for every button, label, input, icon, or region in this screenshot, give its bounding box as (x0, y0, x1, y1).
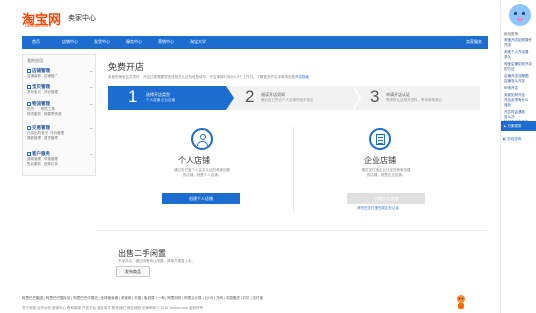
step-3-sub: 需提供认证相关资料，等待审核通过 (386, 98, 442, 102)
main-title: 免费开店 (108, 62, 145, 72)
step-3-number: 3 (370, 87, 380, 106)
sidebar-link[interactable]: 店铺推广 (44, 74, 58, 78)
sidebar-link[interactable]: 已卖出的宝贝 (27, 131, 48, 135)
nav-item-university[interactable]: 淘宝大学 (190, 39, 206, 45)
step-separator-inner (353, 87, 359, 109)
sidebar-item-store[interactable]: 店铺管理 ⌄ (27, 68, 93, 74)
step-1: 1 选择开店类型 个人店铺 企业店铺 (108, 86, 226, 110)
chevron-down-icon[interactable]: ⌄ (90, 84, 93, 89)
enterprise-shop-desc: 通过支付宝企业认证的商家创建 的店铺，就是企业店铺。 (361, 168, 411, 177)
customer-icon (27, 151, 31, 156)
sidebar-link[interactable]: 举报管理 (44, 157, 58, 161)
mascot-icon (457, 295, 465, 309)
sidebar-group-customer: 客户服务 ⌄ 退款管理 举报管理 售后服务 违规记录 (27, 151, 93, 166)
chevron-down-icon[interactable]: ⌄ (90, 68, 93, 73)
sidebar-item-trade[interactable]: 交易管理 ⌄ (27, 125, 93, 131)
rp-item[interactable]: 申请开店 (504, 86, 518, 91)
chevron-down-icon[interactable]: ⌄ (90, 125, 93, 130)
step-1-arrow (226, 86, 234, 110)
enterprise-icon (369, 128, 391, 150)
sidebar-item-customer[interactable]: 客户服务 ⌄ (27, 151, 93, 157)
sidebar-link[interactable]: 物流服务 (27, 112, 41, 116)
sidebar-group-store: 店铺管理 ⌄ 店铺装修 店铺推广 (27, 68, 93, 79)
guide-link[interactable]: 开店指南 (295, 75, 309, 79)
right-panel: 新品推荐： 淘宝开店如何操作 开店 淘宝个人开店要 多久 淘宝店铺如何开店 的方… (500, 0, 536, 313)
step-3: 3 申请开店认证 需提供认证相关资料，等待审核通过 (368, 86, 480, 110)
rp-item[interactable]: 多久 (504, 55, 511, 60)
sidebar-link[interactable]: 售后服务 (27, 162, 41, 166)
nav-item-marketing[interactable]: 营销中心 (158, 39, 174, 45)
consult-button[interactable]: ◧ 在线咨询 (501, 134, 536, 144)
chevron-down-icon[interactable]: ⌄ (90, 151, 93, 156)
rp-item[interactable]: 的方法 (504, 67, 515, 72)
sidebar-link[interactable]: 店铺装修 (27, 74, 41, 78)
main-description: 亲爱的淘宝会员您好，开店过程需要您完成相关认证及信息填写，开店审核时间为1-3个… (108, 75, 310, 79)
nav-item-home[interactable]: 首页 (32, 39, 40, 45)
store-icon (27, 68, 31, 73)
sidebar-link[interactable]: 评价管理 (50, 131, 64, 135)
page-title: 卖家中心 (68, 15, 96, 22)
user-icon (191, 128, 213, 150)
rp-item[interactable]: 店铺怎么开店 (504, 79, 525, 84)
enterprise-cert-link[interactable]: 请先在支付宝完成企业认证 (357, 206, 399, 211)
sidebar-link[interactable]: 评价管理 (44, 90, 58, 94)
personal-shop-title: 个人店铺 (178, 156, 210, 165)
nav-seller-service[interactable]: 卖家服务 (466, 39, 482, 45)
sidebar-group-goods: 宝贝管理 ⌄ 发布宝贝 评价管理 (27, 84, 93, 95)
step-2: 2 阅读开店须知 确认自己符合个人店铺的相关规定 (243, 86, 363, 110)
sidebar-link[interactable]: 退款管理 (27, 136, 41, 140)
sidebar-link[interactable]: 违规记录 (44, 162, 58, 166)
sidebar-link[interactable]: 发货 (27, 107, 34, 111)
column-divider (293, 127, 294, 212)
sidebar-link[interactable]: 发布宝贝 (27, 90, 41, 94)
enterprise-shop-title: 企业店铺 (364, 156, 396, 165)
nav-item-shipping[interactable]: 发货中心 (94, 39, 110, 45)
footer-links[interactable]: 阿里巴巴集团 | 阿里巴巴国际站 | 阿里巴巴中国站 | 全球速卖通 | 淘宝网… (22, 296, 263, 301)
sidebar-item-goods[interactable]: 宝贝管理 ⌄ (27, 84, 93, 90)
footer-copyright: 关于淘宝 合作伙伴 营销中心 联系客服 开放平台 诚征英才 联系我们 网站地图 … (22, 306, 204, 310)
step-1-number: 1 (128, 87, 138, 106)
top-nav: 首页 店铺中心 发货中心 服务中心 营销中心 淘宝大学 卖家服务 (22, 36, 488, 49)
sidebar-link[interactable]: 退款管理 (27, 157, 41, 161)
step-2-sub: 确认自己符合个人店铺的相关规定 (261, 98, 314, 102)
sidebar-head: 我的应用 (27, 58, 43, 63)
nav-item-service[interactable]: 服务中心 (126, 39, 142, 45)
chevron-down-icon[interactable]: ⌄ (90, 101, 93, 106)
sidebar-item-logistics[interactable]: 物流管理 ⌄ (27, 101, 93, 107)
step-2-number: 2 (245, 87, 255, 106)
sidebar-group-logistics: 物流管理 ⌄ 发货 物流工具 物流服务 我要寄快递 (27, 101, 93, 116)
service-button[interactable]: ▲ 万象服务 (501, 121, 536, 131)
rp-item[interactable]: 商品 (504, 103, 511, 108)
section-divider (96, 230, 486, 231)
rp-heading: 新品推荐： (504, 32, 522, 36)
sidebar-group-trade: 交易管理 ⌄ 已卖出的宝贝 评价管理 退款管理 退货管理 (27, 125, 93, 140)
sidebar-link[interactable]: 我要寄快递 (44, 112, 62, 116)
secondhand-title: 出售二手闲置 (118, 249, 166, 258)
trade-icon (27, 125, 31, 130)
goods-icon (27, 84, 31, 89)
create-enterprise-shop-button[interactable]: 创建企业店铺 (347, 193, 425, 204)
sidebar-link[interactable]: 物流工具 (41, 107, 55, 111)
nav-item-store[interactable]: 店铺中心 (62, 39, 78, 45)
sidebar: 我的应用 店铺管理 ⌄ 店铺装修 店铺推广 宝贝管理 ⌄ 发布宝贝 评价管理 物流管… (22, 54, 96, 176)
logo-en: Taobao.com (24, 23, 52, 29)
create-personal-shop-button[interactable]: 创建个人店铺 (162, 193, 240, 204)
truck-icon (27, 101, 31, 106)
secondhand-desc: 不用开店，通过闲鱼转让闲置，简单方便易上手。 (118, 259, 195, 263)
sidebar-link[interactable]: 退货管理 (44, 136, 58, 140)
publish-item-button[interactable]: 发布商品 (116, 266, 150, 277)
personal-shop-desc: 通过支付宝个人实名认证的商家创建 的店铺，就是个人店铺。 (174, 168, 230, 177)
step-1-sub: 个人店铺 企业店铺 (146, 98, 175, 102)
cloud-mascot-icon (509, 4, 531, 26)
rp-item[interactable]: 开店 (504, 43, 511, 48)
